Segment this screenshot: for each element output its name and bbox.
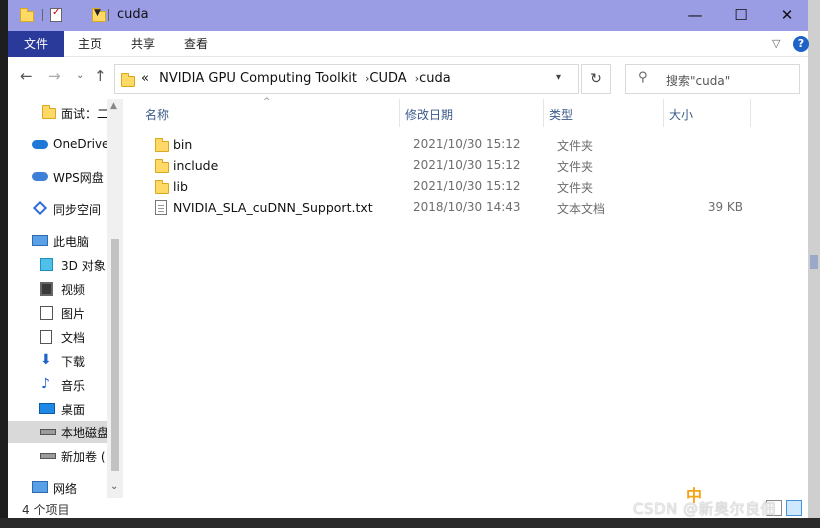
drive-icon: [40, 453, 56, 459]
breadcrumb-item[interactable]: cuda: [419, 71, 451, 86]
network-icon: [32, 481, 48, 493]
taskbar-edge: [0, 518, 820, 528]
file-row[interactable]: include 2021/10/30 15:12 文件夹: [145, 155, 745, 176]
scrollbar-thumb[interactable]: [111, 239, 119, 471]
desktop-edge: [0, 0, 8, 528]
pictures-icon: [40, 306, 53, 320]
recent-locations-icon[interactable]: ⌄: [76, 70, 84, 81]
file-row[interactable]: NVIDIA_SLA_cuDNN_Support.txt 2018/10/30 …: [145, 197, 745, 218]
column-header-date[interactable]: 修改日期: [405, 99, 453, 131]
sort-ascending-icon: ^: [263, 97, 271, 107]
folder-icon: [155, 159, 169, 173]
folder-icon: [121, 73, 135, 87]
desktop-edge-right: [808, 0, 820, 528]
nav-item-videos[interactable]: 视频: [8, 278, 108, 300]
file-row[interactable]: lib 2021/10/30 15:12 文件夹: [145, 176, 745, 197]
breadcrumb: « NVIDIA GPU Computing Toolkit ›CUDA ›cuda: [141, 71, 451, 86]
breadcrumb-overflow[interactable]: «: [141, 71, 149, 86]
desktop-icon: [39, 403, 55, 414]
address-bar[interactable]: « NVIDIA GPU Computing Toolkit ›CUDA ›cuda…: [114, 64, 579, 94]
navigation-bar: ← → ⌄ ↑ « NVIDIA GPU Computing Toolkit ›C…: [8, 57, 808, 99]
search-icon: ⚲: [638, 70, 648, 85]
breadcrumb-item[interactable]: CUDA: [369, 71, 406, 86]
tab-file[interactable]: 文件: [8, 31, 64, 57]
breadcrumb-item[interactable]: NVIDIA GPU Computing Toolkit: [159, 71, 357, 86]
address-history-dropdown-icon[interactable]: ▾: [556, 72, 561, 83]
tab-home[interactable]: 主页: [78, 31, 102, 57]
column-divider[interactable]: [750, 99, 751, 127]
3d-objects-icon: [40, 258, 53, 271]
minimize-button[interactable]: —: [672, 0, 718, 31]
wps-cloud-icon: [32, 172, 48, 181]
download-icon: ⬇: [40, 352, 52, 368]
tab-share[interactable]: 共享: [131, 31, 155, 57]
watermark: CSDN @新奥尔良佃: [633, 500, 777, 518]
file-row[interactable]: bin 2021/10/30 15:12 文件夹: [145, 134, 745, 155]
title-bar[interactable]: ▼ cuda — ☐ ✕: [8, 0, 808, 31]
folder-icon: [155, 138, 169, 152]
back-button[interactable]: ←: [20, 67, 33, 85]
navigation-pane: 面试：二 OneDrive WPS网盘 同步空间 此电脑 3D 对象 视频 图片…: [8, 99, 123, 498]
nav-item-desktop[interactable]: 桌面: [8, 398, 108, 420]
nav-item-local-disk[interactable]: 本地磁盘: [8, 421, 108, 443]
column-divider[interactable]: [663, 99, 664, 127]
nav-item-new-volume[interactable]: 新加卷 (: [8, 445, 108, 467]
video-icon: [40, 282, 53, 296]
quick-access-separator: [42, 9, 43, 21]
folder-icon: [155, 180, 169, 194]
column-header-name[interactable]: 名称: [145, 99, 169, 131]
column-header-type[interactable]: 类型: [549, 99, 573, 131]
maximize-button[interactable]: ☐: [718, 0, 764, 31]
nav-item-pictures[interactable]: 图片: [8, 302, 108, 324]
nav-item-this-pc[interactable]: 此电脑: [8, 230, 108, 252]
expand-ribbon-icon[interactable]: ▽: [772, 37, 780, 50]
scroll-up-icon[interactable]: ▲: [110, 101, 117, 111]
column-divider[interactable]: [543, 99, 544, 127]
cloud-icon: [32, 140, 48, 149]
nav-item-sync-space[interactable]: 同步空间: [8, 198, 108, 220]
forward-button[interactable]: →: [48, 67, 61, 85]
music-icon: ♪: [41, 376, 50, 392]
nav-item-downloads[interactable]: ⬇ 下载: [8, 350, 108, 372]
scroll-down-icon[interactable]: ⌄: [110, 481, 118, 492]
local-disk-icon: [40, 429, 56, 435]
close-button[interactable]: ✕: [764, 0, 810, 31]
nav-item-3d-objects[interactable]: 3D 对象: [8, 254, 108, 276]
help-icon[interactable]: ?: [793, 36, 809, 52]
large-icons-view-icon[interactable]: [786, 500, 802, 516]
window-title: cuda: [117, 7, 149, 22]
search-box[interactable]: ⚲ 搜索"cuda": [625, 64, 800, 94]
column-divider[interactable]: [399, 99, 400, 127]
up-button[interactable]: ↑: [94, 67, 107, 85]
nav-item-documents[interactable]: 文档: [8, 326, 108, 348]
folder-icon: [42, 105, 56, 119]
documents-icon: [40, 330, 52, 344]
item-count: 4 个项目: [22, 503, 70, 517]
ribbon-tabs: 文件 主页 共享 查看 ▽ ?: [8, 31, 809, 57]
file-list: ^ 名称 修改日期 类型 大小 bin 2021/10/30 15:12 文件夹…: [123, 97, 808, 498]
nav-item-wps-cloud[interactable]: WPS网盘: [8, 166, 108, 188]
tab-view[interactable]: 查看: [184, 31, 208, 57]
search-input[interactable]: 搜索"cuda": [666, 72, 730, 89]
nav-item-interview-folder[interactable]: 面试：二: [8, 102, 108, 124]
properties-icon[interactable]: [50, 7, 62, 22]
nav-item-onedrive[interactable]: OneDrive: [8, 134, 108, 156]
quick-access-separator: [108, 9, 109, 21]
explorer-window: ▼ cuda — ☐ ✕ 文件 主页 共享 查看 ▽ ? ← → ⌄ ↑ « N…: [8, 0, 809, 518]
navigation-pane-scrollbar[interactable]: ▲ ⌄: [107, 99, 123, 498]
computer-icon: [32, 235, 48, 246]
column-header-size[interactable]: 大小: [669, 99, 693, 131]
refresh-button[interactable]: ↻: [581, 64, 611, 94]
folder-icon: [20, 8, 34, 22]
background-window-fragment: [810, 255, 818, 269]
nav-item-music[interactable]: ♪ 音乐: [8, 374, 108, 396]
nav-item-network[interactable]: 网络: [8, 477, 108, 498]
sync-icon: [32, 200, 48, 216]
text-file-icon: [155, 200, 167, 215]
customize-quick-access-icon[interactable]: ▼: [94, 8, 101, 18]
